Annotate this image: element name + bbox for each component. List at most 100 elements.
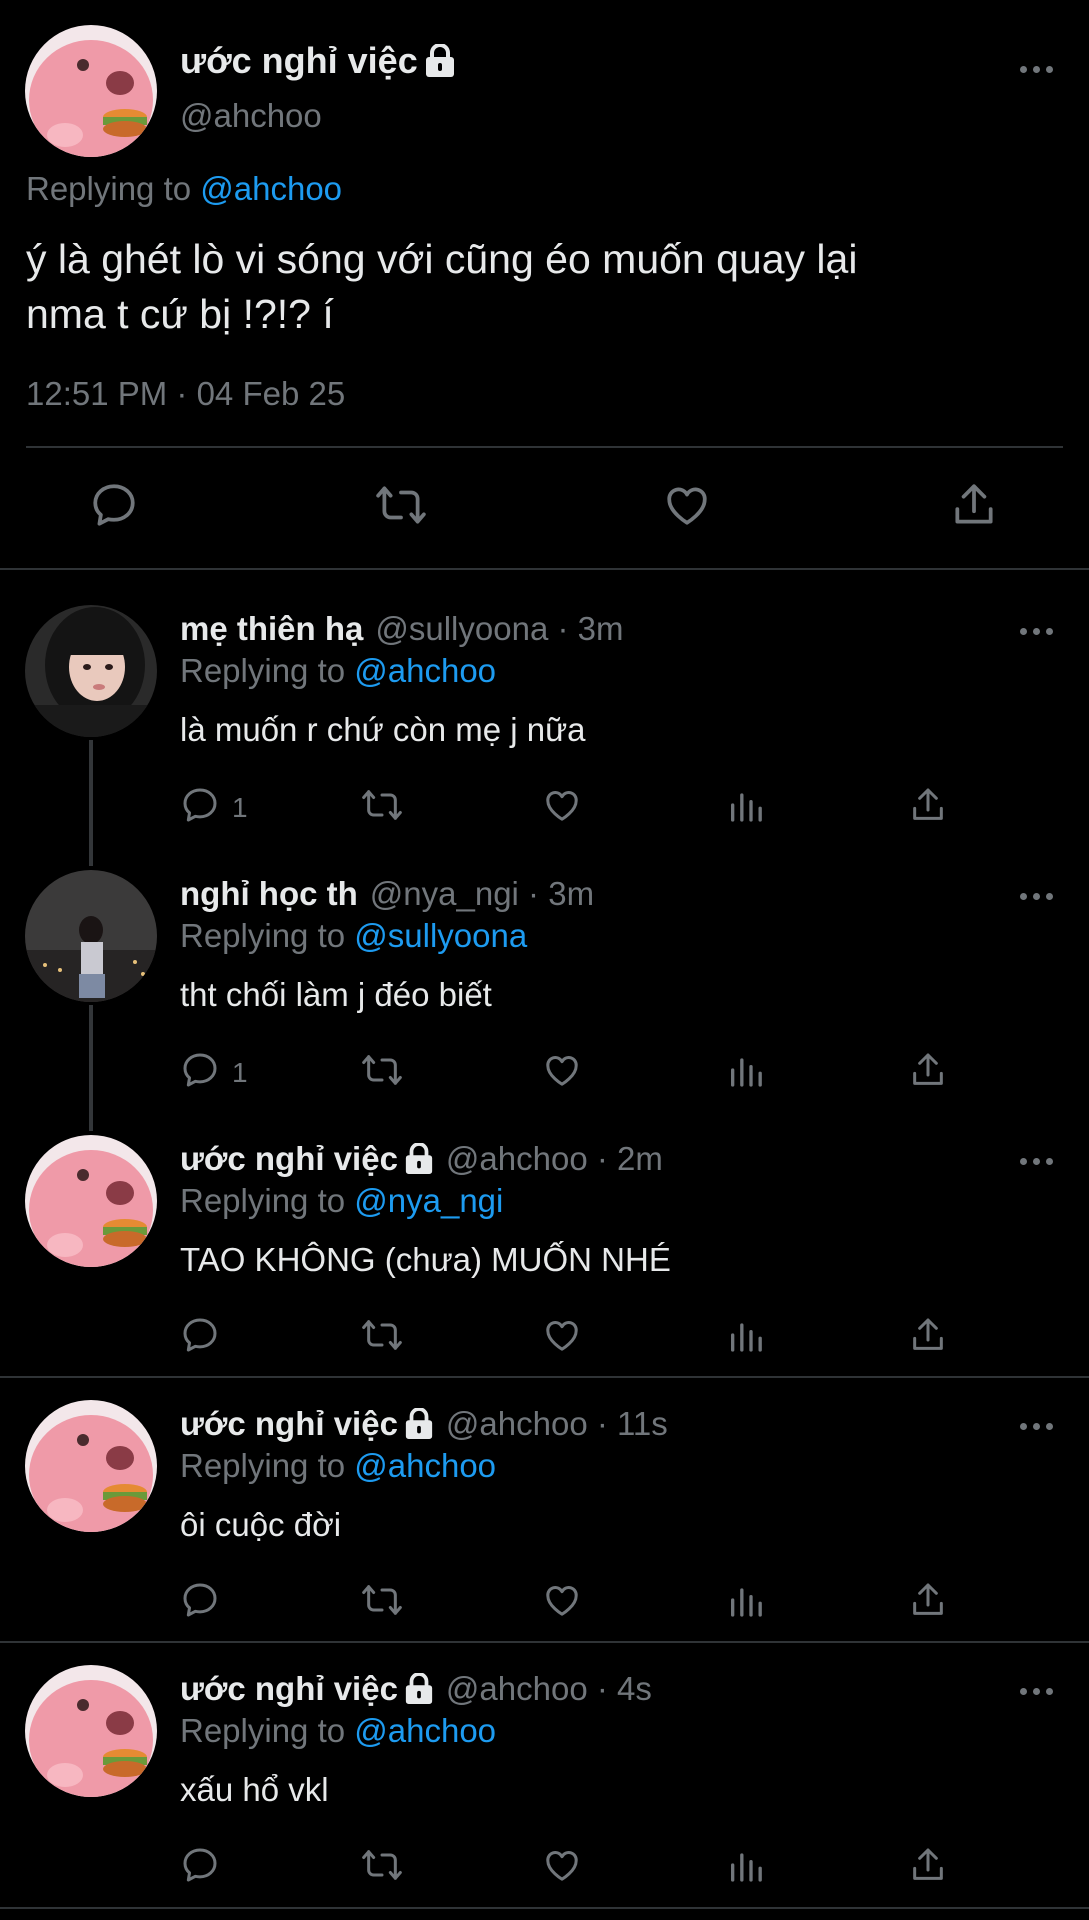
author-name[interactable]: ước nghỉ việc: [180, 40, 456, 82]
share-icon[interactable]: [908, 1315, 952, 1359]
views-icon[interactable]: [726, 1315, 770, 1359]
lock-icon: [404, 1143, 434, 1175]
replying-to: Replying to @ahchoo: [180, 1712, 496, 1750]
thread-line: [89, 740, 93, 866]
avatar[interactable]: [25, 1400, 157, 1532]
reply-header: mẹ thiên hạ @sullyoona · 3m: [180, 610, 623, 648]
divider: [0, 1907, 1089, 1909]
divider: [26, 446, 1063, 448]
avatar[interactable]: [25, 1665, 157, 1797]
replying-prefix: Replying to: [180, 1712, 355, 1749]
reply-icon[interactable]: [180, 1050, 224, 1094]
views-icon[interactable]: [726, 1845, 770, 1889]
author-handle-time[interactable]: @nya_ngi · 3m: [370, 875, 594, 913]
avatar[interactable]: [25, 870, 157, 1002]
reply-header: ước nghỉ việc @ahchoo · 2m: [180, 1140, 663, 1178]
timestamp[interactable]: 12:51 PM · 04 Feb 25: [26, 375, 345, 413]
like-icon[interactable]: [542, 1845, 586, 1889]
reply-icon[interactable]: [180, 1845, 224, 1889]
replying-to-link[interactable]: @ahchoo: [200, 170, 342, 207]
like-icon[interactable]: [542, 1315, 586, 1359]
author-name-text: ước nghỉ việc: [180, 1670, 398, 1707]
reply-text: là muốn r chứ còn mẹ j nữa: [180, 711, 586, 748]
reply-count: 1: [232, 1057, 248, 1088]
retweet-icon[interactable]: [360, 1580, 404, 1624]
replying-to: Replying to @nya_ngi: [180, 1182, 503, 1220]
reply-icon[interactable]: [180, 785, 224, 829]
share-icon[interactable]: [908, 1845, 952, 1889]
reply-text: ôi cuộc đời: [180, 1506, 342, 1543]
reply-icon[interactable]: [180, 1580, 224, 1624]
replying-prefix: Replying to: [180, 917, 355, 954]
replying-to: Replying to @ahchoo: [26, 170, 342, 208]
author-handle-time[interactable]: @ahchoo · 11s: [446, 1405, 668, 1443]
like-icon[interactable]: [542, 1580, 586, 1624]
author-handle-time[interactable]: @sullyoona · 3m: [375, 610, 623, 648]
replying-to: Replying to @sullyoona: [180, 917, 527, 955]
retweet-icon[interactable]: [360, 785, 404, 829]
share-icon[interactable]: [908, 1050, 952, 1094]
replying-to-link[interactable]: @ahchoo: [354, 652, 496, 689]
divider: [0, 568, 1089, 570]
avatar[interactable]: [25, 1135, 157, 1267]
author-name-text: ước nghỉ việc: [180, 1405, 398, 1442]
more-options-icon[interactable]: [1020, 1685, 1056, 1697]
author-name[interactable]: ước nghỉ việc: [180, 1405, 434, 1443]
replying-to: Replying to @ahchoo: [180, 652, 496, 690]
author-name-text: ước nghỉ việc: [180, 40, 418, 81]
replying-to: Replying to @ahchoo: [180, 1447, 496, 1485]
author-handle[interactable]: @ahchoo: [180, 97, 322, 135]
tweet-text-line: ý là ghét lò vi sóng với cũng éo muốn qu…: [26, 236, 858, 282]
reply-text: xấu hổ vkl: [180, 1771, 329, 1808]
main-tweet: ước nghỉ việc @ahchoo Replying to @ahcho…: [0, 0, 1089, 570]
reply-icon[interactable]: [180, 1315, 224, 1359]
replying-prefix: Replying to: [180, 1182, 355, 1219]
reply-count: 1: [232, 792, 248, 823]
retweet-icon[interactable]: [360, 1050, 404, 1094]
retweet-icon[interactable]: [360, 1315, 404, 1359]
reply-header: nghỉ học th @nya_ngi · 3m: [180, 875, 594, 913]
author-name-text: ước nghỉ việc: [180, 1140, 398, 1177]
tweet-text-line: nma t cứ bị !?!? í: [26, 291, 334, 337]
views-icon[interactable]: [726, 785, 770, 829]
author-handle-time[interactable]: @ahchoo · 4s: [446, 1670, 652, 1708]
replying-to-link[interactable]: @sullyoona: [354, 917, 527, 954]
replying-to-link[interactable]: @ahchoo: [354, 1712, 496, 1749]
reply-icon[interactable]: [89, 480, 139, 530]
reply-text: TAO KHÔNG (chưa) MUỐN NHÉ: [180, 1241, 671, 1278]
replying-prefix: Replying to: [26, 170, 201, 207]
share-icon[interactable]: [949, 480, 999, 530]
avatar[interactable]: [25, 25, 157, 157]
share-icon[interactable]: [908, 1580, 952, 1624]
like-icon[interactable]: [542, 785, 586, 829]
author-name-text: mẹ thiên hạ: [180, 610, 364, 647]
more-options-icon[interactable]: [1020, 1420, 1056, 1432]
lock-icon: [404, 1408, 434, 1440]
reply-text: tht chối làm j đéo biết: [180, 976, 492, 1013]
author-handle-time[interactable]: @ahchoo · 2m: [446, 1140, 663, 1178]
share-icon[interactable]: [908, 785, 952, 829]
more-options-icon[interactable]: [1020, 890, 1056, 902]
views-icon[interactable]: [726, 1050, 770, 1094]
replying-prefix: Replying to: [180, 1447, 355, 1484]
more-options-icon[interactable]: [1020, 1155, 1056, 1167]
like-icon[interactable]: [542, 1050, 586, 1094]
author-name[interactable]: nghỉ học th: [180, 875, 358, 913]
retweet-icon[interactable]: [360, 1845, 404, 1889]
replying-to-link[interactable]: @ahchoo: [354, 1447, 496, 1484]
views-icon[interactable]: [726, 1580, 770, 1624]
author-name-text: nghỉ học th: [180, 875, 358, 912]
replying-to-link[interactable]: @nya_ngi: [354, 1182, 503, 1219]
author-name[interactable]: ước nghỉ việc: [180, 1670, 434, 1708]
thread-line: [89, 1005, 93, 1131]
like-icon[interactable]: [662, 480, 712, 530]
lock-icon: [424, 44, 456, 78]
divider: [0, 1641, 1089, 1643]
author-name[interactable]: mẹ thiên hạ: [180, 610, 363, 648]
more-options-icon[interactable]: [1020, 625, 1056, 637]
more-options-icon[interactable]: [1020, 63, 1056, 75]
lock-icon: [404, 1673, 434, 1705]
author-name[interactable]: ước nghỉ việc: [180, 1140, 434, 1178]
retweet-icon[interactable]: [374, 480, 426, 530]
avatar[interactable]: [25, 605, 157, 737]
